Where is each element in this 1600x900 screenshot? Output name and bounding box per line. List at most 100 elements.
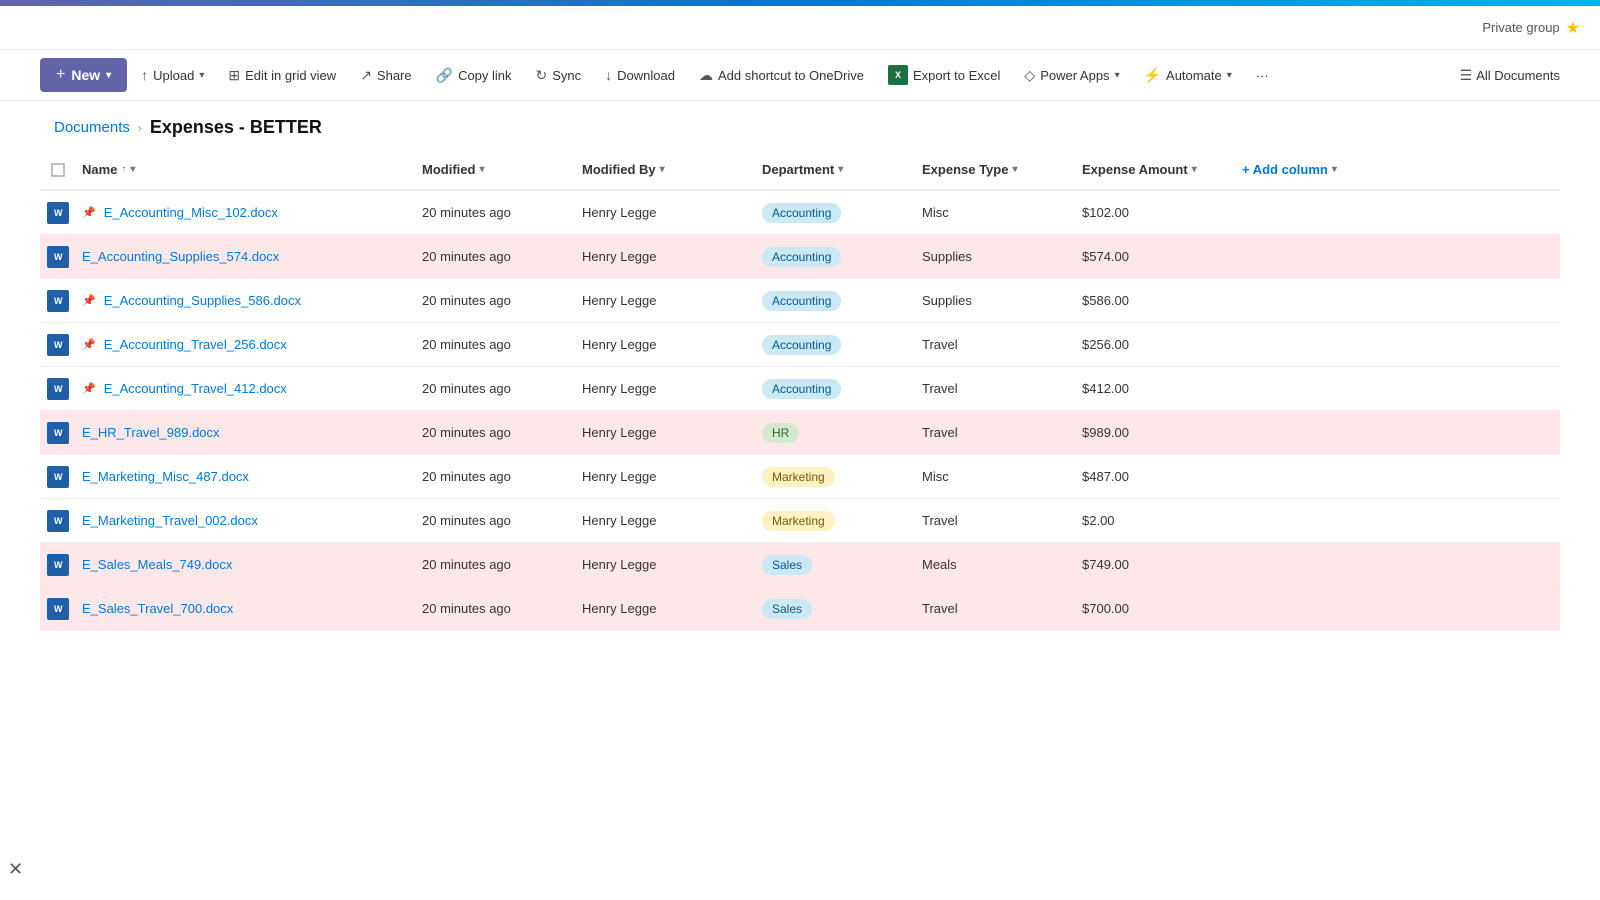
expense-amount-cell: $487.00 <box>1076 469 1236 484</box>
table-row[interactable]: W E_Marketing_Misc_487.docx 20 minutes a… <box>40 455 1560 499</box>
excel-icon: X <box>888 65 908 85</box>
upload-label: Upload <box>153 68 194 83</box>
close-button[interactable]: ✕ <box>8 859 23 880</box>
department-cell: Marketing <box>756 511 916 531</box>
column-name[interactable]: Name ↑ ▾ <box>76 158 416 181</box>
department-cell: Sales <box>756 555 916 575</box>
file-name-cell: E_Sales_Travel_700.docx <box>76 601 416 616</box>
department-cell: Marketing <box>756 467 916 487</box>
sync-button[interactable]: ↻ Sync <box>526 61 592 90</box>
toolbar: + New ▾ ↑ Upload ▾ ⊞ Edit in grid view ↗… <box>0 50 1600 101</box>
breadcrumb-documents-link[interactable]: Documents <box>54 119 130 136</box>
pin-icon: 📌 <box>82 206 96 219</box>
star-icon: ★ <box>1566 18 1580 38</box>
department-cell: Accounting <box>756 379 916 399</box>
download-label: Download <box>617 68 675 83</box>
word-icon: W <box>47 510 69 532</box>
file-name[interactable]: E_Accounting_Travel_412.docx <box>104 381 287 396</box>
table-row[interactable]: W 📌 E_Accounting_Supplies_586.docx 20 mi… <box>40 279 1560 323</box>
file-name[interactable]: E_HR_Travel_989.docx <box>82 425 220 440</box>
new-button[interactable]: + New ▾ <box>40 58 127 92</box>
pin-icon: 📌 <box>82 338 96 351</box>
table-row[interactable]: W 📌 E_Accounting_Travel_412.docx 20 minu… <box>40 367 1560 411</box>
automate-button[interactable]: ⚡ Automate ▾ <box>1134 61 1242 90</box>
private-group-label: Private group ★ <box>1482 18 1580 38</box>
modified-cell: 20 minutes ago <box>416 601 576 616</box>
modified-cell: 20 minutes ago <box>416 249 576 264</box>
name-filter-icon: ▾ <box>130 164 135 175</box>
file-icon-cell: W <box>40 202 76 224</box>
power-apps-button[interactable]: ◇ Power Apps ▾ <box>1014 61 1129 90</box>
expense-amount-cell: $700.00 <box>1076 601 1236 616</box>
add-shortcut-button[interactable]: ☁ Add shortcut to OneDrive <box>689 61 874 90</box>
add-column-button[interactable]: + Add column ▾ <box>1236 158 1560 181</box>
file-icon-cell: W <box>40 422 76 444</box>
table-row[interactable]: W E_Sales_Travel_700.docx 20 minutes ago… <box>40 587 1560 631</box>
file-name[interactable]: E_Accounting_Supplies_586.docx <box>104 293 301 308</box>
breadcrumb: Documents › Expenses - BETTER <box>0 101 1600 150</box>
name-column-label: Name <box>82 162 117 177</box>
modified-cell: 20 minutes ago <box>416 205 576 220</box>
modified-by-cell: Henry Legge <box>576 601 756 616</box>
table-row[interactable]: W E_Marketing_Travel_002.docx 20 minutes… <box>40 499 1560 543</box>
table-row[interactable]: W 📌 E_Accounting_Misc_102.docx 20 minute… <box>40 191 1560 235</box>
power-apps-chevron-icon: ▾ <box>1115 70 1120 81</box>
filter-icon: ☰ <box>1460 67 1473 84</box>
edit-grid-label: Edit in grid view <box>245 68 336 83</box>
expense-amount-cell: $412.00 <box>1076 381 1236 396</box>
file-name[interactable]: E_Accounting_Travel_256.docx <box>104 337 287 352</box>
column-expense-amount[interactable]: Expense Amount ▾ <box>1076 158 1236 181</box>
private-group-text: Private group <box>1482 20 1559 35</box>
modified-cell: 20 minutes ago <box>416 557 576 572</box>
file-icon-cell: W <box>40 554 76 576</box>
pin-icon: 📌 <box>82 382 96 395</box>
department-badge: HR <box>762 423 799 443</box>
department-badge: Marketing <box>762 467 835 487</box>
column-modified[interactable]: Modified ▾ <box>416 158 576 181</box>
department-badge: Sales <box>762 555 812 575</box>
sort-asc-icon: ↑ <box>121 164 126 175</box>
sync-icon: ↻ <box>536 67 548 84</box>
department-badge: Marketing <box>762 511 835 531</box>
department-badge: Accounting <box>762 291 841 311</box>
add-column-chevron-icon: ▾ <box>1332 164 1337 175</box>
table-row[interactable]: W E_Sales_Meals_749.docx 20 minutes ago … <box>40 543 1560 587</box>
table-row[interactable]: W 📌 E_Accounting_Travel_256.docx 20 minu… <box>40 323 1560 367</box>
modified-cell: 20 minutes ago <box>416 469 576 484</box>
share-button[interactable]: ↗ Share <box>350 61 421 90</box>
department-cell: Accounting <box>756 247 916 267</box>
file-name[interactable]: E_Marketing_Travel_002.docx <box>82 513 258 528</box>
file-name[interactable]: E_Accounting_Misc_102.docx <box>104 205 278 220</box>
column-modified-by[interactable]: Modified By ▾ <box>576 158 756 181</box>
all-documents-label: All Documents <box>1476 68 1560 83</box>
expense-type-cell: Travel <box>916 337 1076 352</box>
upload-button[interactable]: ↑ Upload ▾ <box>131 61 214 89</box>
table-row[interactable]: W E_HR_Travel_989.docx 20 minutes ago He… <box>40 411 1560 455</box>
upload-chevron-icon: ▾ <box>199 70 204 81</box>
column-expense-type[interactable]: Expense Type ▾ <box>916 158 1076 181</box>
copy-link-button[interactable]: 🔗 Copy link <box>426 61 522 90</box>
download-button[interactable]: ↓ Download <box>595 61 685 89</box>
modified-by-cell: Henry Legge <box>576 293 756 308</box>
table-row[interactable]: W E_Accounting_Supplies_574.docx 20 minu… <box>40 235 1560 279</box>
file-name[interactable]: E_Sales_Meals_749.docx <box>82 557 232 572</box>
file-name[interactable]: E_Accounting_Supplies_574.docx <box>82 249 279 264</box>
department-filter-icon: ▾ <box>838 164 843 175</box>
edit-grid-button[interactable]: ⊞ Edit in grid view <box>218 61 346 90</box>
expense-amount-cell: $586.00 <box>1076 293 1236 308</box>
file-name[interactable]: E_Marketing_Misc_487.docx <box>82 469 249 484</box>
file-name-cell: 📌 E_Accounting_Supplies_586.docx <box>76 293 416 308</box>
department-badge: Accounting <box>762 379 841 399</box>
column-department[interactable]: Department ▾ <box>756 158 916 181</box>
file-icon-cell: W <box>40 598 76 620</box>
new-button-label: New <box>71 67 100 83</box>
modified-cell: 20 minutes ago <box>416 293 576 308</box>
word-icon: W <box>47 466 69 488</box>
power-apps-label: Power Apps <box>1040 68 1109 83</box>
power-apps-icon: ◇ <box>1024 67 1035 84</box>
export-excel-button[interactable]: X Export to Excel <box>878 59 1010 91</box>
breadcrumb-separator: › <box>138 121 142 135</box>
more-button[interactable]: ··· <box>1246 62 1279 89</box>
modified-by-cell: Henry Legge <box>576 469 756 484</box>
file-name[interactable]: E_Sales_Travel_700.docx <box>82 601 233 616</box>
